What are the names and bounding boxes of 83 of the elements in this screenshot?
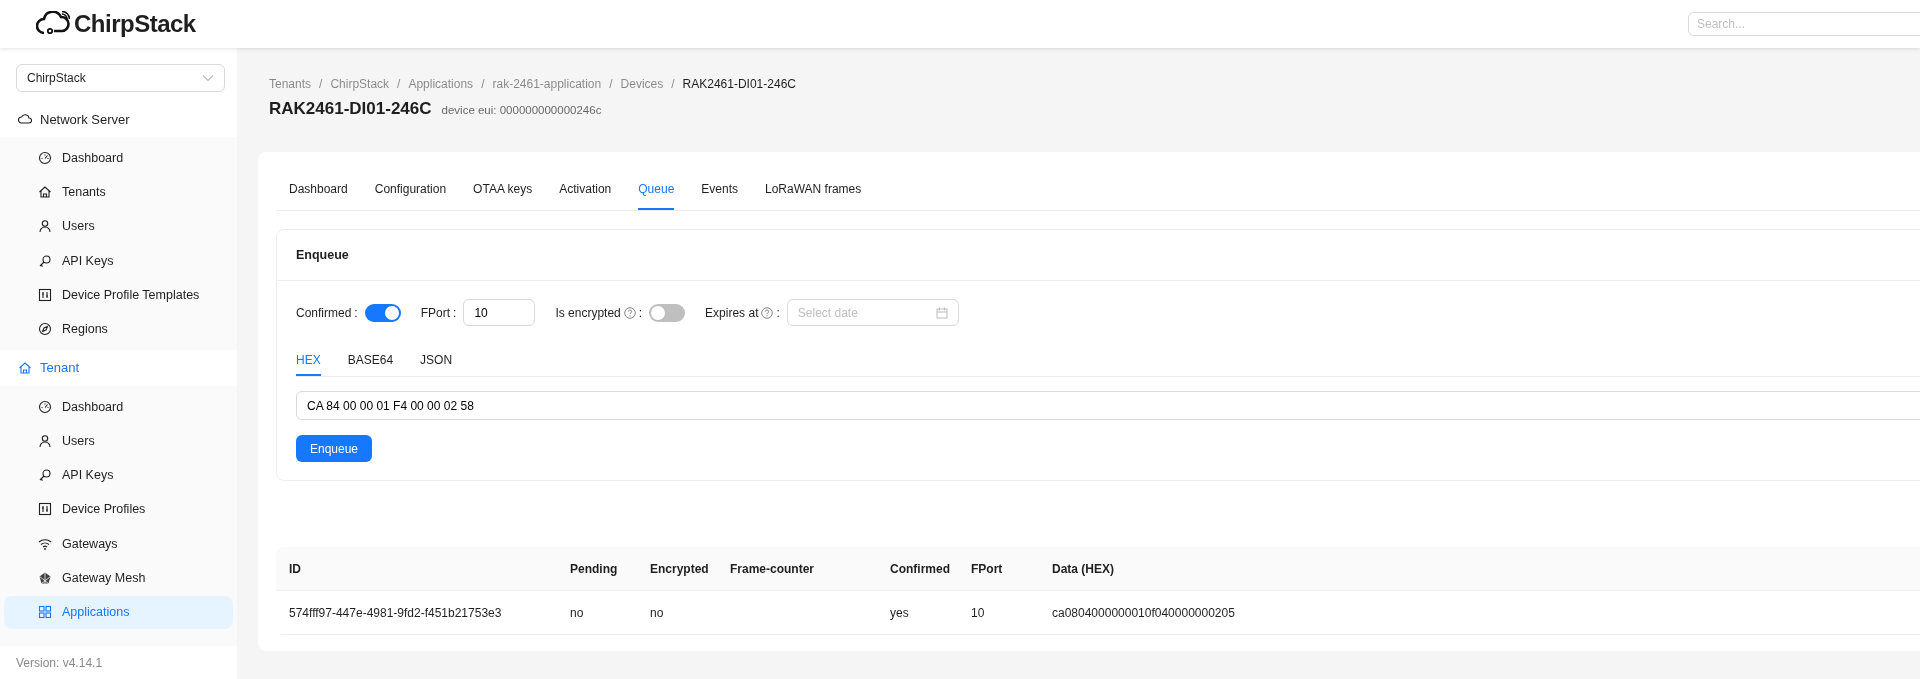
- page-title: RAK2461-DI01-246C: [269, 99, 432, 119]
- help-icon: [623, 306, 636, 319]
- version-text: Version: v4.14.1: [0, 646, 237, 679]
- menu-item[interactable]: API Keys: [4, 244, 233, 277]
- menu-section[interactable]: Tenant: [0, 349, 237, 386]
- breadcrumb-separator: /: [481, 77, 485, 91]
- menu-item[interactable]: Device Profiles: [4, 492, 233, 526]
- field-label: FPort: [420, 305, 451, 320]
- logo-icon: [36, 11, 70, 37]
- sliders-icon: [38, 287, 52, 302]
- fport-input[interactable]: 10: [463, 299, 536, 326]
- payload-input[interactable]: CA 84 00 00 01 F4 00 00 02 58: [296, 391, 1920, 420]
- menu-item[interactable]: Users: [4, 424, 233, 458]
- logo-text: ChirpStack: [74, 10, 196, 38]
- menu-item[interactable]: Dashboard: [4, 141, 233, 175]
- home-icon: [38, 185, 52, 199]
- help-icon: [761, 306, 774, 319]
- home-icon: [18, 360, 32, 375]
- table-cell: 574fff97-447e-4981-9fd2-f451b21753e3: [289, 605, 502, 620]
- tab[interactable]: Dashboard: [289, 182, 348, 210]
- colon: :: [776, 305, 780, 320]
- table-cell: no: [570, 605, 584, 620]
- user-icon: [38, 219, 52, 234]
- field-label: Expires at: [705, 305, 759, 320]
- breadcrumb-separator: /: [609, 77, 613, 91]
- menu-section[interactable]: Network Server: [0, 101, 237, 137]
- column-header: Pending: [569, 561, 619, 576]
- column-header: Confirmed: [889, 561, 951, 576]
- tab[interactable]: OTAA keys: [473, 182, 533, 210]
- grid-icon: [38, 605, 52, 619]
- colon: :: [354, 305, 358, 320]
- colon: :: [453, 305, 457, 320]
- page-subtitle: device eui: 000000000000246c: [441, 104, 602, 116]
- table-cell: yes: [890, 605, 909, 620]
- user-icon: [38, 433, 52, 448]
- sliders-icon: [38, 502, 52, 517]
- key-icon: [38, 253, 52, 268]
- menu-item[interactable]: Applications: [4, 595, 233, 629]
- column-header: Frame-counter: [729, 561, 816, 576]
- table-cell: ca0804000000010f040000000205: [1052, 605, 1235, 620]
- enqueue-button[interactable]: Enqueue: [296, 435, 373, 462]
- tab[interactable]: Configuration: [374, 182, 447, 210]
- tab[interactable]: JSON: [420, 353, 453, 376]
- menu-item[interactable]: Device Profile Templates: [4, 278, 233, 312]
- menu-item[interactable]: Gateways: [4, 527, 233, 560]
- calendar-icon: [935, 306, 948, 319]
- search-field[interactable]: Search...: [1688, 12, 1920, 36]
- toggle-switch[interactable]: [364, 303, 401, 322]
- tab[interactable]: HEX: [296, 353, 321, 376]
- menu-item[interactable]: Dashboard: [4, 390, 233, 423]
- menu-item[interactable]: Tenants: [4, 175, 233, 209]
- compass-icon: [38, 322, 52, 336]
- tab[interactable]: LoRaWAN frames: [765, 182, 862, 210]
- tenant-select[interactable]: ChirpStack: [16, 64, 225, 92]
- menu-item[interactable]: Regions: [4, 312, 233, 346]
- tab[interactable]: Activation: [559, 182, 612, 210]
- tab[interactable]: BASE64: [347, 353, 394, 376]
- column-header: Encrypted: [649, 561, 710, 576]
- mesh-icon: [38, 570, 52, 585]
- menu-item[interactable]: Users: [4, 209, 233, 243]
- chevron-down-icon: [202, 74, 214, 82]
- menu-item[interactable]: API Keys: [4, 458, 233, 492]
- column-header: ID: [288, 561, 302, 576]
- gauge-icon: [38, 150, 52, 165]
- field-label: Is encrypted: [555, 305, 621, 320]
- menu-item[interactable]: Gateway Mesh: [4, 561, 233, 595]
- key-icon: [38, 468, 52, 482]
- tab[interactable]: Events: [701, 182, 738, 210]
- field-label: Confirmed: [296, 305, 352, 320]
- column-header: FPort: [970, 561, 1004, 576]
- tab[interactable]: Queue: [638, 182, 675, 210]
- gauge-icon: [38, 399, 52, 414]
- toggle-switch[interactable]: [649, 303, 686, 322]
- breadcrumb-separator: /: [397, 77, 401, 91]
- breadcrumb-separator: /: [671, 77, 675, 91]
- wifi-icon: [38, 536, 52, 551]
- breadcrumb-separator: /: [319, 77, 323, 91]
- table-cell: no: [650, 605, 664, 620]
- card-title: Enqueue: [277, 230, 1920, 281]
- table-cell: 10: [971, 605, 985, 620]
- colon: :: [638, 305, 643, 320]
- column-header: Data (HEX): [1051, 561, 1115, 576]
- cloud-icon: [18, 112, 32, 126]
